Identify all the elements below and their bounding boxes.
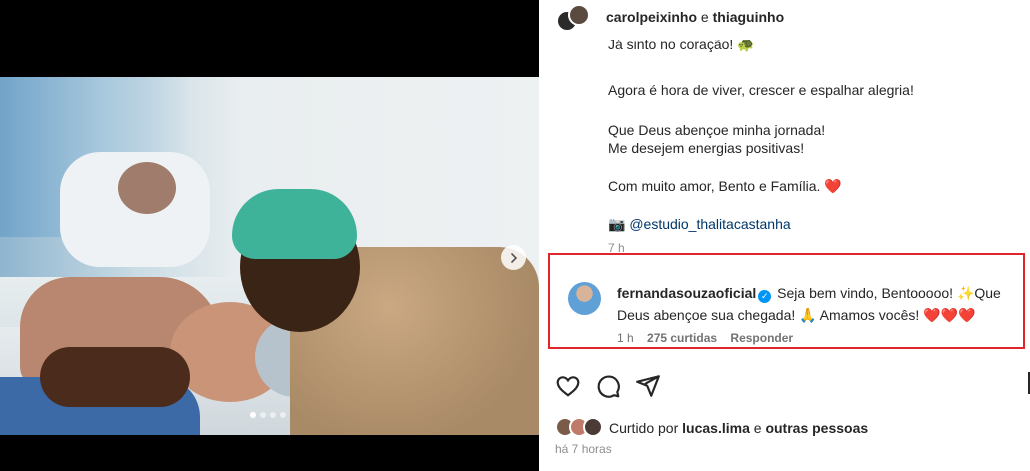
reply-button[interactable]: Responder [730, 331, 793, 345]
comment-icon[interactable] [595, 373, 621, 399]
liked-by-text: Curtido por lucas.lima e outras pessoas [609, 420, 868, 436]
author-link[interactable]: thiaguinho [713, 9, 785, 25]
verified-badge-icon: ✓ [758, 290, 772, 303]
avatar [568, 4, 590, 26]
heart-emoji: ❤️ [824, 178, 842, 194]
comment-meta: 1 h 275 curtidas Responder [617, 331, 803, 345]
comment-username[interactable]: fernandasouzaoficial [617, 285, 756, 301]
post-details-panel: carolpeixinho e thiaguinho Já sinto no c… [539, 0, 1030, 471]
author-link[interactable]: carolpeixinho [606, 9, 697, 25]
caption-line: Já sinto no coração! 🐢 [608, 40, 755, 52]
post-media [0, 0, 539, 471]
post-timestamp[interactable]: há 7 horas [555, 442, 612, 456]
liked-by: Curtido por lucas.lima e outras pessoas [555, 416, 868, 440]
share-icon[interactable] [635, 373, 661, 399]
liker-username[interactable]: lucas.lima [682, 420, 750, 436]
heart-icon[interactable] [555, 373, 581, 399]
caption-line: Que Deus abençoe minha jornada! [608, 122, 826, 138]
highlighted-comment: fernandasouzaoficial ✓ Seja bem vindo, Be… [548, 253, 1025, 349]
chevron-right-icon [510, 252, 517, 263]
others-link[interactable]: outras pessoas [765, 420, 868, 436]
caption-line: Agora é hora de viver, crescer e espalha… [608, 82, 914, 98]
caption-line-signoff: Com muito amor, Bento e Família. ❤️ [608, 176, 842, 196]
comment-time[interactable]: 1 h [617, 331, 634, 345]
caption-line: Me desejem energias positivas! [608, 140, 805, 156]
author-avatars[interactable] [556, 4, 590, 36]
carousel-dot [270, 412, 276, 418]
author-conjunction: e [700, 9, 709, 25]
liked-by-conj: e [753, 420, 762, 436]
credit-link[interactable]: @estudio_thalitacastanha [629, 216, 790, 232]
carousel-dot [260, 412, 266, 418]
post-header: carolpeixinho e thiaguinho [539, 0, 1030, 36]
avatar[interactable] [568, 282, 601, 315]
carousel-dots [250, 412, 286, 418]
liker-avatars[interactable] [555, 417, 609, 439]
carousel-dot [280, 412, 286, 418]
post-photo [0, 77, 539, 435]
carousel-dot [250, 412, 256, 418]
comment-text: Seja bem vindo, Bentooooo! ✨Que [777, 285, 1001, 301]
avatar [583, 417, 603, 437]
camera-icon: 📷 [608, 216, 626, 232]
comment-text: Deus abençoe sua chegada! 🙏 Amamos vocês… [617, 307, 976, 323]
carousel-next-button[interactable] [501, 245, 526, 270]
comment-likes[interactable]: 275 curtidas [647, 331, 717, 345]
post-actions [555, 373, 661, 399]
caption-text: Com muito amor, Bento e Família. [608, 178, 821, 194]
author-names: carolpeixinho e thiaguinho [606, 9, 784, 25]
comment-body: fernandasouzaoficial ✓ Seja bem vindo, Be… [617, 282, 1022, 326]
photo-credit: 📷 @estudio_thalitacastanha [608, 214, 791, 234]
liked-by-prefix: Curtido por [609, 420, 679, 436]
